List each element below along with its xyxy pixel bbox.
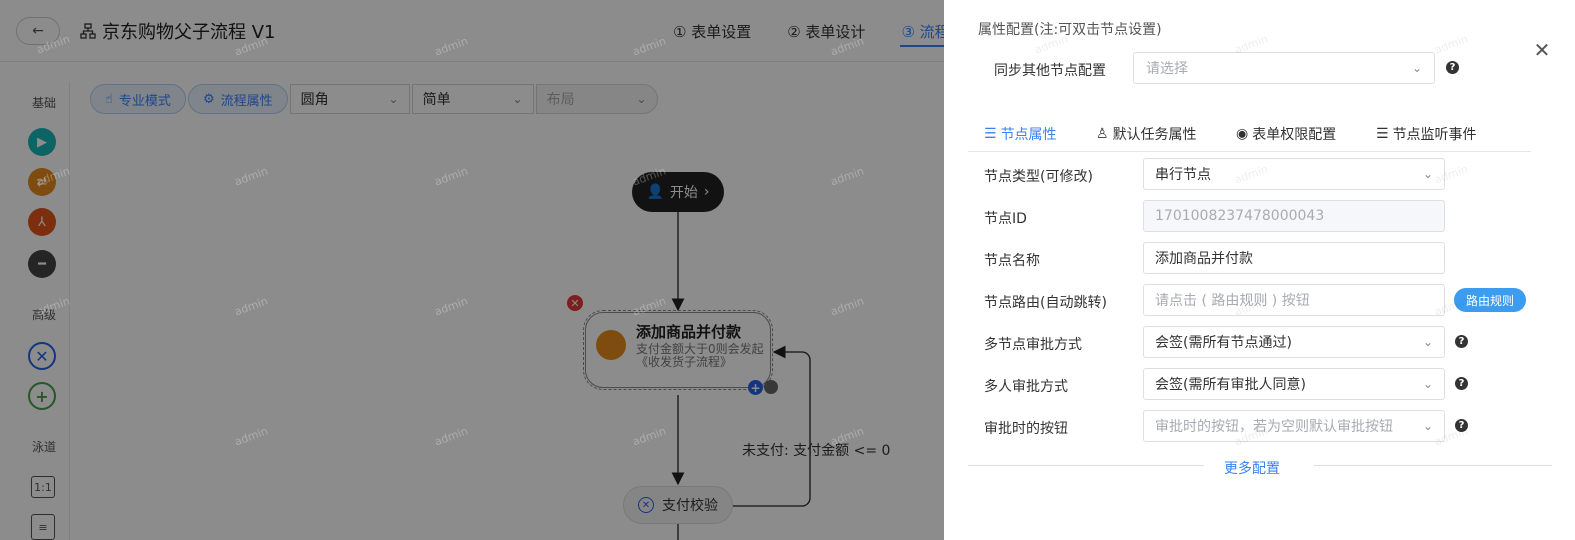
sync-config-placeholder: 请选择 [1146, 61, 1188, 77]
sliders-icon: ☰ [984, 126, 997, 142]
help-icon[interactable]: ? [1455, 377, 1468, 390]
watermark: admin [1432, 32, 1470, 57]
property-tabs: ☰ 节点属性 ♙ 默认任务属性 ◉ 表单权限配置 ☰ 节点监听事件 [968, 120, 1531, 152]
node-type-value: 串行节点 [1155, 167, 1211, 183]
close-icon[interactable]: ✕ [1532, 40, 1552, 60]
property-drawer: 属性配置(注:可双击节点设置) ✕ 同步其他节点配置 请选择 ⌄ ? ☰ 节点属… [944, 0, 1575, 540]
modal-mask[interactable] [0, 0, 944, 540]
multi-user-approval-value: 会签(需所有审批人同意) [1155, 377, 1306, 393]
multi-user-approval-label: 多人审批方式 [984, 379, 1068, 395]
divider [1314, 465, 1552, 466]
chevron-down-icon: ⌄ [1422, 167, 1433, 181]
chevron-down-icon: ⌄ [1422, 377, 1433, 391]
tab-default-task-props[interactable]: ♙ 默认任务属性 [1096, 124, 1197, 144]
chevron-down-icon: ⌄ [1411, 61, 1422, 75]
multi-node-approval-label: 多节点审批方式 [984, 337, 1082, 353]
tab-node-props-label: 节点属性 [1000, 127, 1057, 143]
chevron-down-icon: ⌄ [1422, 335, 1433, 349]
more-config-link[interactable]: 更多配置 [1224, 458, 1280, 478]
node-name-label: 节点名称 [984, 253, 1040, 269]
tab-node-props[interactable]: ☰ 节点属性 [984, 124, 1057, 144]
sync-config-label: 同步其他节点配置 [994, 63, 1106, 79]
node-route-input[interactable]: 请点击 ( 路由规则 ) 按钮 [1143, 284, 1445, 316]
node-name-value: 添加商品并付款 [1155, 251, 1253, 267]
divider [968, 465, 1204, 466]
tab-node-listeners-label: 节点监听事件 [1392, 127, 1477, 143]
tab-form-permissions-label: 表单权限配置 [1252, 127, 1337, 143]
multi-node-approval-select[interactable]: 会签(需所有节点通过) ⌄ [1143, 326, 1445, 358]
drawer-title: 属性配置(注:可双击节点设置) [978, 22, 1162, 38]
node-id-field: 1701008237478000043 [1143, 200, 1445, 232]
approval-buttons-select[interactable]: 审批时的按钮，若为空则默认审批按钮 ⌄ [1143, 410, 1445, 442]
tab-default-task-props-label: 默认任务属性 [1112, 127, 1197, 143]
chevron-down-icon: ⌄ [1422, 419, 1433, 433]
help-icon[interactable]: ? [1455, 335, 1468, 348]
tab-form-permissions[interactable]: ◉ 表单权限配置 [1236, 124, 1336, 144]
node-type-label: 节点类型(可修改) [984, 169, 1093, 185]
help-icon[interactable]: ? [1446, 61, 1459, 74]
node-id-label: 节点ID [984, 211, 1027, 227]
approval-buttons-label: 审批时的按钮 [984, 421, 1068, 437]
approval-buttons-placeholder: 审批时的按钮，若为空则默认审批按钮 [1155, 419, 1393, 435]
node-id-value: 1701008237478000043 [1155, 208, 1325, 224]
multi-node-approval-value: 会签(需所有节点通过) [1155, 335, 1292, 351]
node-type-select[interactable]: 串行节点 ⌄ [1143, 158, 1445, 190]
eye-icon: ◉ [1236, 126, 1249, 142]
tab-node-listeners[interactable]: ☰ 节点监听事件 [1376, 124, 1477, 144]
sync-config-select[interactable]: 请选择 ⌄ [1133, 52, 1435, 84]
node-name-input[interactable]: 添加商品并付款 [1143, 242, 1445, 274]
multi-user-approval-select[interactable]: 会签(需所有审批人同意) ⌄ [1143, 368, 1445, 400]
sliders-icon: ☰ [1376, 126, 1389, 142]
node-route-label: 节点路由(自动跳转) [984, 295, 1107, 311]
user-icon: ♙ [1096, 126, 1109, 142]
